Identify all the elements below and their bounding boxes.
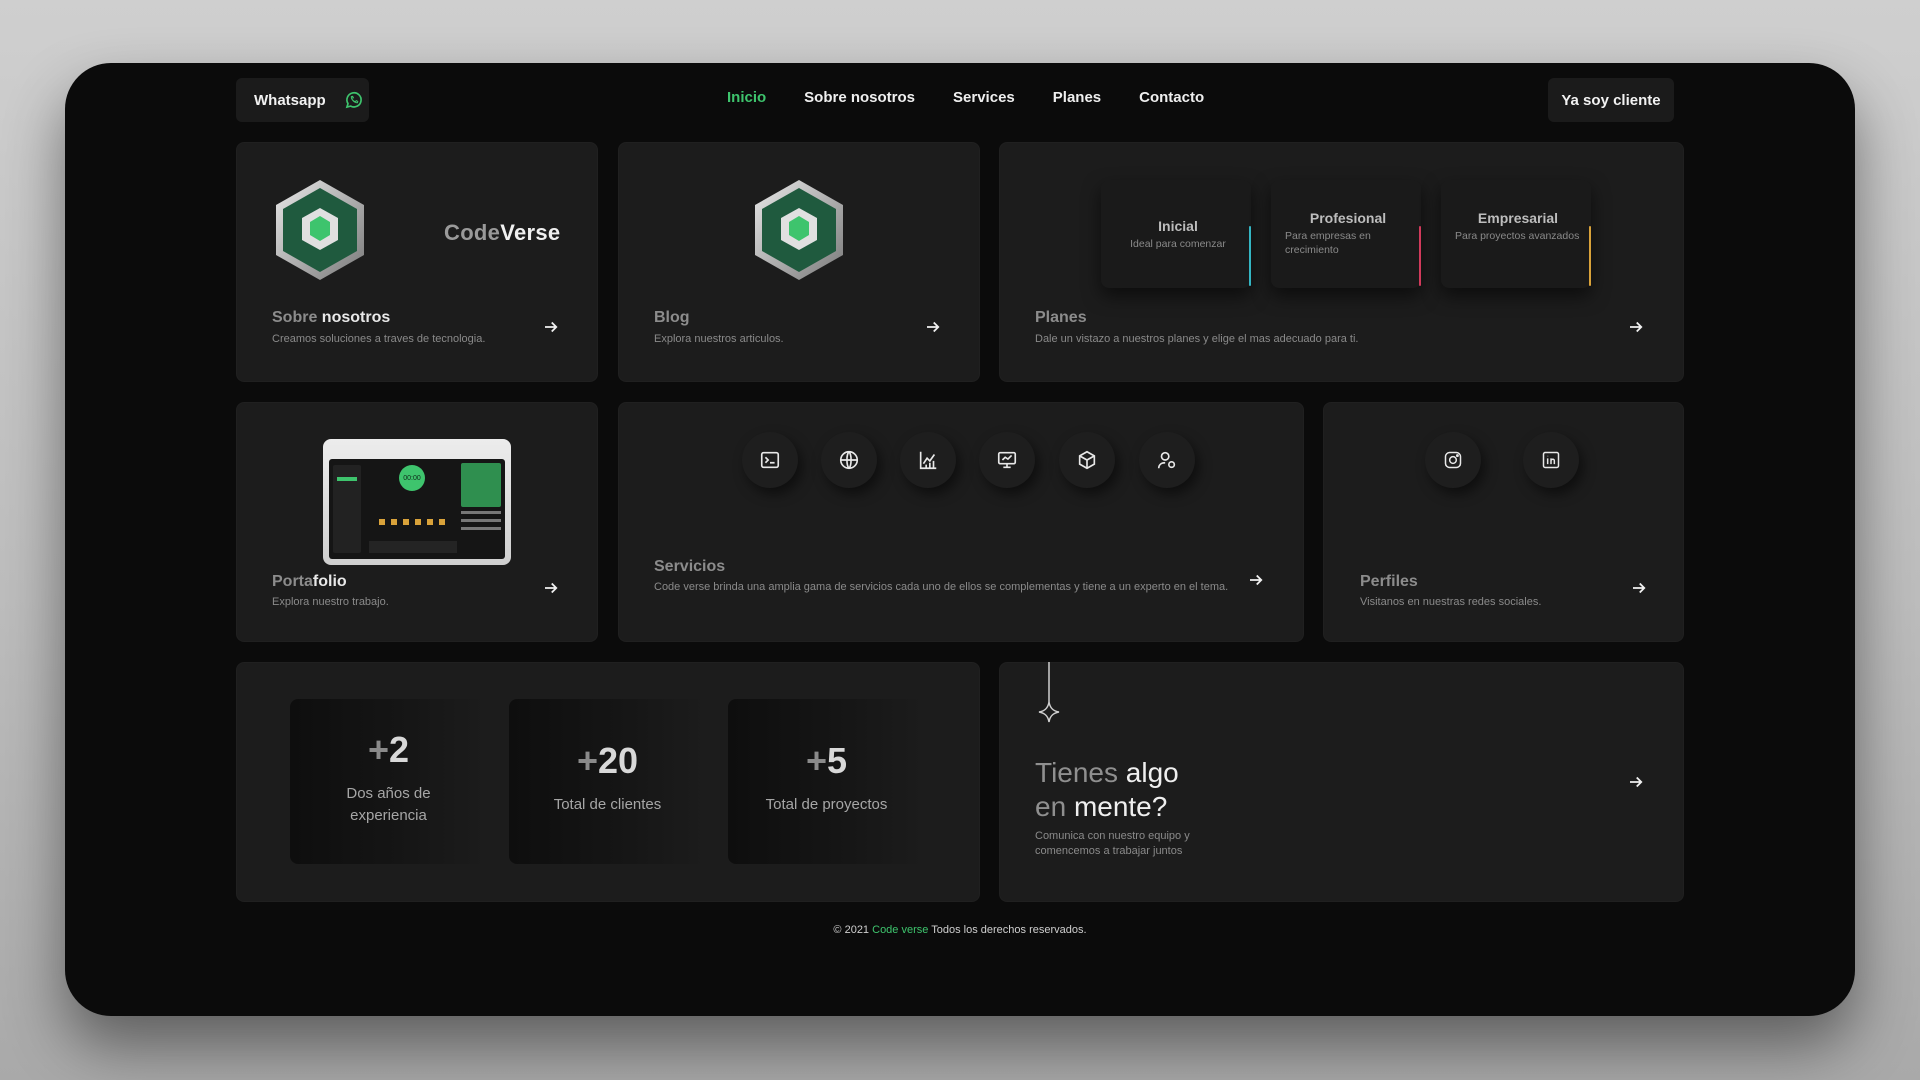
footer: © 2021 Code verse Todos los derechos res… bbox=[65, 924, 1855, 936]
stat-value: +2 bbox=[367, 729, 410, 770]
stat-projects: +5 Total de proyectos bbox=[728, 699, 925, 864]
stat-value: +20 bbox=[576, 740, 639, 781]
cube-icon bbox=[1078, 450, 1096, 470]
plans-desc: Dale un vistazo a nuestros planes y elig… bbox=[1035, 333, 1359, 345]
plan-tile-empresarial[interactable]: Empresarial Para proyectos avanzados bbox=[1441, 180, 1591, 288]
service-3d[interactable] bbox=[1059, 432, 1115, 488]
portfolio-title: Portafolio bbox=[272, 573, 347, 590]
service-web[interactable] bbox=[821, 432, 877, 488]
profiles-desc: Visitanos en nuestras redes sociales. bbox=[1360, 596, 1542, 608]
arrow-right-icon[interactable] bbox=[542, 318, 560, 336]
service-analytics[interactable] bbox=[900, 432, 956, 488]
arrow-right-icon[interactable] bbox=[542, 579, 560, 597]
service-consulting[interactable] bbox=[1139, 432, 1195, 488]
cta-heading-line-1: Tienes algo bbox=[1035, 757, 1179, 788]
plans-title: Planes bbox=[1035, 309, 1087, 326]
arrow-right-icon[interactable] bbox=[924, 318, 942, 336]
blog-desc: Explora nuestros articulos. bbox=[654, 333, 784, 345]
plan-name: Profesional bbox=[1309, 210, 1387, 226]
profiles-card[interactable]: Perfiles Visitanos en nuestras redes soc… bbox=[1323, 402, 1684, 642]
services-desc: Code verse brinda una amplia gama de ser… bbox=[654, 581, 1229, 593]
plans-card[interactable]: Inicial Ideal para comenzar Profesional … bbox=[999, 142, 1684, 382]
service-desktop[interactable] bbox=[979, 432, 1035, 488]
nav-contacto[interactable]: Contacto bbox=[1139, 89, 1204, 106]
stat-label: Total de clientes bbox=[553, 796, 662, 813]
cta-heading-line-2: en mente? bbox=[1035, 791, 1168, 822]
plan-desc: Para proyectos avanzados bbox=[1455, 230, 1580, 242]
instagram-icon bbox=[1444, 451, 1462, 469]
about-desc: Creamos soluciones a traves de tecnologi… bbox=[272, 333, 486, 345]
codeverse-logo-icon bbox=[276, 180, 364, 280]
stat-experience: +2 Dos años de experiencia bbox=[290, 699, 487, 864]
plan-tile-inicial[interactable]: Inicial Ideal para comenzar bbox=[1101, 180, 1251, 288]
stat-value: +5 bbox=[805, 740, 848, 781]
arrow-right-icon[interactable] bbox=[1627, 773, 1645, 791]
services-title: Servicios bbox=[654, 558, 726, 575]
plan-desc: Ideal para comenzar bbox=[1130, 238, 1226, 250]
cta-desc: comencemos a trabajar juntos bbox=[1035, 845, 1183, 857]
preview-timer: 00:00 bbox=[399, 465, 425, 491]
profiles-title: Perfiles bbox=[1360, 573, 1418, 590]
about-title: Sobre nosotros bbox=[272, 309, 391, 326]
blog-card[interactable]: Blog Explora nuestros articulos. bbox=[618, 142, 980, 382]
nav-planes[interactable]: Planes bbox=[1053, 89, 1101, 106]
stat-label: Total de proyectos bbox=[765, 796, 888, 813]
brand-name: CodeVerse bbox=[444, 220, 561, 245]
portfolio-desc: Explora nuestro trabajo. bbox=[272, 596, 389, 608]
about-card[interactable]: CodeVerse Sobre nosotros Creamos solucio… bbox=[236, 142, 598, 382]
app-frame: Whatsapp Inicio Sobre nosotros Services … bbox=[65, 63, 1855, 1016]
nav-inicio[interactable]: Inicio bbox=[727, 89, 766, 106]
nav-sobre-nosotros[interactable]: Sobre nosotros bbox=[804, 89, 915, 106]
blog-logo-icon bbox=[755, 180, 843, 280]
instagram-link[interactable] bbox=[1425, 432, 1481, 488]
stat-label: experiencia bbox=[350, 807, 427, 824]
linkedin-link[interactable] bbox=[1523, 432, 1579, 488]
contact-cta-card[interactable]: Tienes algo en mente? Comunica con nuest… bbox=[999, 662, 1684, 902]
blog-title: Blog bbox=[654, 309, 690, 326]
arrow-right-icon[interactable] bbox=[1247, 571, 1265, 589]
sparkle-icon bbox=[1038, 662, 1060, 723]
footer-copyright: © 2021 bbox=[833, 924, 870, 936]
linkedin-icon bbox=[1542, 451, 1560, 469]
whatsapp-label: Whatsapp bbox=[254, 91, 326, 109]
chart-icon bbox=[919, 451, 937, 470]
portfolio-preview-image: 00:00 bbox=[323, 439, 511, 565]
whatsapp-button[interactable]: Whatsapp bbox=[236, 78, 369, 122]
stats-card: +2 Dos años de experiencia +20 Total de … bbox=[236, 662, 980, 902]
footer-brand-link[interactable]: Code verse bbox=[872, 924, 928, 936]
plan-tile-profesional[interactable]: Profesional Para empresas en crecimiento bbox=[1271, 180, 1421, 288]
cta-desc: Comunica con nuestro equipo y bbox=[1035, 830, 1190, 842]
whatsapp-icon bbox=[345, 91, 362, 109]
user-settings-icon bbox=[1157, 451, 1176, 469]
terminal-icon bbox=[760, 451, 780, 469]
footer-rights: Todos los derechos reservados. bbox=[931, 924, 1087, 936]
globe-icon bbox=[839, 450, 859, 470]
client-login-button[interactable]: Ya soy cliente bbox=[1548, 78, 1674, 122]
plan-accent-bar bbox=[1249, 226, 1251, 286]
stat-clients: +20 Total de clientes bbox=[509, 699, 706, 864]
stat-label: Dos años de bbox=[346, 785, 431, 802]
plan-desc: Para empresas en crecimiento bbox=[1285, 230, 1371, 256]
plan-name: Empresarial bbox=[1477, 210, 1559, 226]
plan-name: Inicial bbox=[1158, 218, 1198, 234]
service-terminal[interactable] bbox=[742, 432, 798, 488]
plan-accent-bar bbox=[1589, 226, 1591, 286]
plan-accent-bar bbox=[1419, 226, 1421, 286]
arrow-right-icon[interactable] bbox=[1627, 318, 1645, 336]
arrow-right-icon[interactable] bbox=[1630, 579, 1648, 597]
services-card[interactable]: Servicios Code verse brinda una amplia g… bbox=[618, 402, 1304, 642]
monitor-icon bbox=[997, 451, 1017, 469]
portfolio-card[interactable]: 00:00 Portafolio Explora nuestro trabajo… bbox=[236, 402, 598, 642]
main-nav: Inicio Sobre nosotros Services Planes Co… bbox=[727, 89, 1204, 106]
nav-services[interactable]: Services bbox=[953, 89, 1015, 106]
